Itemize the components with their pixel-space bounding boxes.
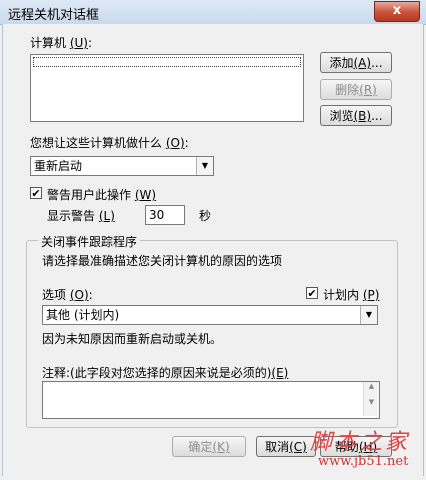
chevron-down-icon[interactable]: ▼: [360, 306, 377, 324]
option-label-colon: :: [88, 288, 93, 302]
computers-label-colon: :: [87, 36, 93, 50]
planned-label: 计划内 (P): [323, 286, 379, 303]
comment-label-key: (E): [271, 366, 289, 380]
option-selected-value: 其他 (计划内): [46, 308, 120, 322]
option-select[interactable]: 其他 (计划内) ▼: [42, 305, 378, 325]
chevron-down-icon[interactable]: ▼: [196, 157, 213, 175]
computers-label-key: (U): [69, 36, 88, 50]
add-button-key: (A): [353, 56, 372, 70]
action-label-text: 您想让这些计算机做什么: [30, 136, 166, 150]
tracker-instruction: 请选择最准确描述您关闭计算机的原因的选项: [42, 254, 283, 268]
title-bar: 远程关机对话框 x: [0, 0, 426, 25]
warn-users-checkbox[interactable]: ✔: [30, 187, 42, 200]
close-button[interactable]: x: [374, 1, 420, 22]
option-label: 选项 (O):: [42, 286, 93, 303]
display-warning-key: (L): [98, 209, 115, 223]
comment-scrollbar[interactable]: ▲ ▼: [363, 382, 379, 416]
warning-seconds-value: 30: [149, 208, 165, 222]
browse-button[interactable]: 浏览(B)...: [320, 105, 392, 126]
watermark-site-name: 脚本之家: [310, 430, 411, 455]
computers-label: 计算机 (U):: [30, 34, 92, 51]
option-label-text: 选项: [42, 288, 70, 302]
option-label-key: (O): [69, 288, 89, 302]
action-selected-value: 重新启动: [34, 159, 83, 173]
computers-listbox[interactable]: [30, 54, 304, 122]
display-warning-text: 显示警告: [47, 209, 99, 223]
add-button-text: 添加: [329, 56, 354, 70]
event-tracker-label: 关闭事件跟踪程序: [38, 233, 141, 250]
action-select[interactable]: 重新启动 ▼: [30, 156, 214, 176]
add-button-suffix: ...: [371, 56, 383, 70]
warn-users-label-key: (W): [134, 188, 157, 202]
window-title: 远程关机对话框: [8, 8, 100, 23]
planned-checkbox[interactable]: ✔: [306, 287, 318, 300]
browse-button-suffix: ...: [371, 109, 383, 123]
ok-button-key: (K): [212, 440, 230, 454]
option-description: 因为未知原因而重新启动或关机。: [42, 332, 223, 346]
planned-label-text: 计划内: [323, 288, 363, 302]
display-warning-label: 显示警告 (L): [47, 207, 115, 224]
close-icon: x: [392, 3, 402, 18]
remove-button-key: (R): [359, 83, 377, 97]
remove-button[interactable]: 删除(R): [320, 79, 392, 100]
comment-label-text: 注释:(此字段对您选择的原因来说是必须的): [42, 366, 272, 380]
warn-users-label-text: 警告用户此操作: [47, 188, 135, 202]
ok-button-text: 确定: [188, 440, 213, 454]
seconds-unit: 秒: [199, 209, 212, 223]
remove-button-text: 删除: [335, 83, 360, 97]
action-label-colon: :: [184, 136, 189, 150]
computers-label-text: 计算机: [30, 36, 70, 50]
ok-button[interactable]: 确定(K): [172, 436, 246, 457]
browse-button-key: (B): [353, 109, 372, 123]
action-label: 您想让这些计算机做什么 (O):: [30, 134, 189, 151]
comment-label: 注释:(此字段对您选择的原因来说是必须的)(E): [42, 364, 288, 381]
site-watermark: 脚本之家 www.jb51.net: [300, 424, 422, 474]
warning-seconds-input[interactable]: 30: [145, 205, 185, 225]
add-button[interactable]: 添加(A)...: [320, 52, 392, 73]
browse-button-text: 浏览: [329, 109, 354, 123]
listbox-focus-rect: [33, 57, 301, 67]
cancel-button-text: 取消: [265, 440, 290, 454]
planned-label-key: (P): [362, 288, 380, 302]
watermark-url: www.jb51.net: [318, 454, 409, 469]
action-label-key: (O): [165, 136, 185, 150]
warn-users-label: 警告用户此操作 (W): [47, 186, 156, 203]
comment-textarea[interactable]: ▲ ▼: [42, 381, 380, 419]
